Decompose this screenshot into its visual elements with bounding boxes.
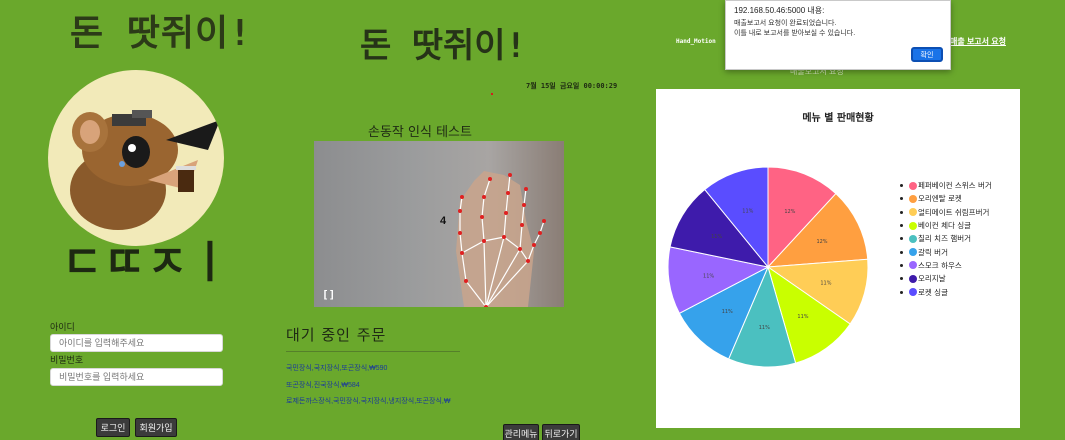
- pie-slice-label: 11%: [703, 273, 714, 279]
- legend-bullet: [900, 263, 903, 267]
- id-input[interactable]: [50, 334, 223, 352]
- legend-bullet: [900, 197, 903, 201]
- camera-feed: [314, 141, 564, 307]
- legend-label: 베이컨 체다 싱글: [918, 221, 972, 231]
- alert-dialog: 192.168.50.46:5000 내용: 매출보고서 요청이 완료되었습니다…: [725, 0, 951, 70]
- camera-overlay-bracket: []: [322, 288, 336, 301]
- legend-swatch: [909, 248, 917, 257]
- mascot-image: [48, 70, 224, 246]
- legend-label: 오리지날: [918, 274, 946, 284]
- legend-swatch: [909, 261, 917, 270]
- alert-message: 매출보고서 요청이 완료되었습니다. 이틀 내로 보고서를 받아보실 수 있습니…: [734, 19, 855, 39]
- mascot-caption: ㄷㄸㅈㅣ: [62, 237, 232, 288]
- legend-bullet: [900, 250, 903, 254]
- admin-menu-button[interactable]: 관리메뉴: [503, 424, 539, 440]
- legend-swatch: [909, 288, 917, 297]
- alert-line: 매출보고서 요청이 완료되었습니다.: [734, 20, 837, 27]
- legend-bullet: [900, 184, 903, 188]
- chart-legend: 페퍼베이컨 스위스 버거오리엔탈 로켓얼티메이트 쉬림프버거베이컨 체다 싱글칠…: [900, 179, 992, 299]
- sales-chart-card: 메뉴 별 판매현황 12% 12% 11% 11% 11% 11% 11% 11% 11% 페퍼…: [656, 89, 1020, 428]
- camera-heading: 손동작 인식 테스트: [368, 125, 472, 140]
- legend-label: 얼티메이트 쉬림프버거: [918, 207, 990, 217]
- legend-bullet: [900, 290, 903, 294]
- hand-skeleton-icon: [456, 171, 546, 307]
- order-item: 로제돈까스장식,국민장식,국지장식,냉지장식,또곤장식,₩: [286, 398, 451, 405]
- pie-slice-label: 11%: [722, 309, 733, 315]
- login-button[interactable]: 로그인: [96, 418, 130, 437]
- legend-item: 갈릭 버거: [900, 245, 992, 258]
- legend-swatch: [909, 221, 917, 230]
- legend-label: 로켓 싱글: [918, 287, 948, 297]
- legend-item: 오리지날: [900, 272, 992, 285]
- pie-slice-label: 11%: [711, 234, 722, 240]
- legend-label: 갈릭 버거: [918, 247, 948, 257]
- divider: [286, 351, 460, 352]
- datetime-display: 7월 15일 금요일 00:00:29: [526, 82, 618, 90]
- password-input[interactable]: [50, 368, 223, 386]
- legend-item: 스모크 하우스: [900, 259, 992, 272]
- legend-bullet: [900, 224, 903, 228]
- pie-slice-label: 11%: [742, 208, 753, 214]
- pie-slice-label: 12%: [816, 239, 827, 245]
- order-item: 또곤장식,진국장식,₩584: [286, 382, 360, 389]
- logo-title: 돈 땃쥐이!: [70, 13, 252, 54]
- legend-label: 페퍼베이컨 스위스 버거: [918, 181, 992, 191]
- pie-slice-label: 11%: [820, 281, 831, 287]
- pie-slice-label: 11%: [797, 314, 808, 320]
- brand-label: Hand_Motion: [676, 38, 716, 45]
- legend-item: 칠리 치즈 햄버거: [900, 232, 992, 245]
- legend-bullet: [900, 237, 903, 241]
- mascot-mouse-icon: [70, 110, 220, 230]
- legend-label: 스모크 하우스: [918, 260, 962, 270]
- legend-label: 오리엔탈 로켓: [918, 194, 962, 204]
- id-label: 아이디: [50, 322, 75, 332]
- legend-bullet: [900, 277, 903, 281]
- legend-swatch: [909, 194, 917, 203]
- waiting-orders-title: 대기 중인 주문: [286, 326, 387, 344]
- kiosk-title: 돈 땃쥐이!: [360, 26, 527, 66]
- finger-count: 4: [440, 215, 447, 227]
- password-label: 비밀번호: [50, 355, 84, 365]
- legend-item: 페퍼베이컨 스위스 버거: [900, 179, 992, 192]
- back-button[interactable]: 뒤로가기: [542, 424, 580, 440]
- legend-swatch: [909, 181, 917, 190]
- login-panel: 돈 땃쥐이! ㄷㄸㅈㅣ 아이디 비밀번호 로그인 회원가입: [0, 0, 280, 440]
- legend-label: 칠리 치즈 햄버거: [918, 234, 972, 244]
- pie-slice-label: 12%: [784, 209, 795, 215]
- signup-button[interactable]: 회원가입: [135, 418, 177, 437]
- alert-line: 이틀 내로 보고서를 받아보실 수 있습니다.: [734, 30, 856, 37]
- legend-item: 베이컨 체다 싱글: [900, 219, 992, 232]
- pie-slice-label: 11%: [759, 325, 770, 331]
- order-item: 국민장식,국지장식,또곤장식,₩590: [286, 365, 388, 372]
- legend-item: 오리엔탈 로켓: [900, 192, 992, 205]
- legend-item: 로켓 싱글: [900, 285, 992, 298]
- legend-swatch: [909, 208, 917, 217]
- legend-bullet: [900, 210, 903, 214]
- alert-origin: 192.168.50.46:5000 내용:: [734, 6, 825, 15]
- legend-swatch: [909, 234, 917, 243]
- legend-swatch: [909, 274, 917, 283]
- alert-ok-button[interactable]: 확인: [911, 47, 943, 62]
- report-request-link[interactable]: 매출 보고서 요청: [950, 36, 1006, 47]
- recording-dot: [491, 93, 493, 95]
- legend-item: 얼티메이트 쉬림프버거: [900, 206, 992, 219]
